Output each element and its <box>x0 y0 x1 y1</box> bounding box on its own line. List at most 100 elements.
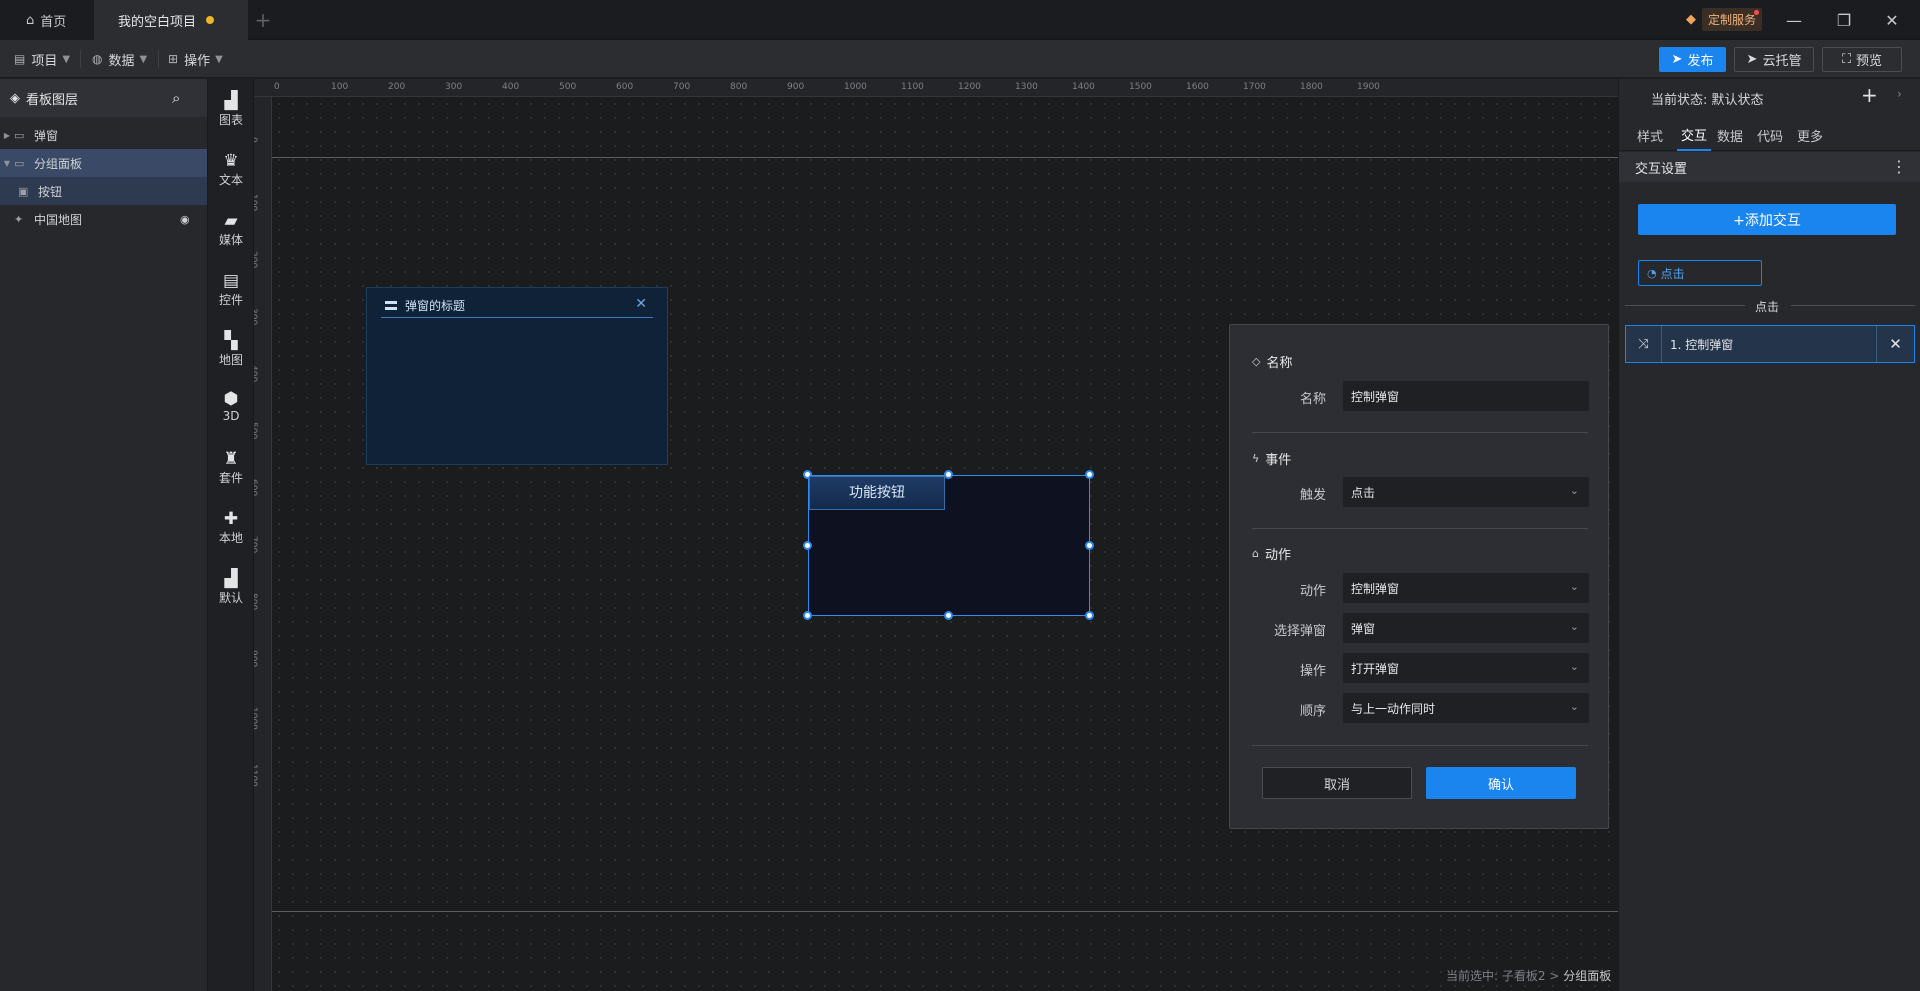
resize-handle[interactable] <box>1085 541 1094 550</box>
comp-label: 默认 <box>218 591 243 605</box>
layer-label: 按钮 <box>38 184 63 199</box>
status-current: 分组面板 <box>1563 969 1612 983</box>
resize-handle[interactable] <box>803 611 812 620</box>
add-interaction-button[interactable]: +添加交互 <box>1638 204 1896 235</box>
tab-more[interactable]: 更多 <box>1797 119 1823 151</box>
popup-widget[interactable]: 弹窗的标题 ✕ <box>366 287 668 465</box>
menu-project[interactable]: ▤ 项目 ▼ <box>14 40 70 78</box>
current-state: 当前状态: 默认状态 <box>1651 93 1764 108</box>
group-icon: ▭ <box>14 156 25 170</box>
tab-interaction[interactable]: 交互 <box>1677 119 1712 151</box>
caret-down-icon[interactable]: ▼ <box>0 159 14 168</box>
resize-handle[interactable] <box>1085 611 1094 620</box>
name-input[interactable]: 控制弹窗 <box>1343 381 1589 411</box>
database-icon: ◍ <box>92 52 103 66</box>
tab-home[interactable]: ⌂ 首页 <box>0 0 94 40</box>
tab-data[interactable]: 数据 <box>1717 119 1743 151</box>
comp-media[interactable]: ▰ 媒体 <box>208 211 254 248</box>
media-icon: ▰ <box>224 211 238 231</box>
custom-service[interactable]: ◆ 定制服务 <box>1686 8 1763 31</box>
comp-control[interactable]: ▤ 控件 <box>208 271 254 308</box>
home-icon: ⌂ <box>26 12 35 28</box>
trigger-select[interactable]: 点击 ⌄ <box>1343 477 1589 507</box>
section-label: 事件 <box>1265 453 1292 468</box>
comp-local[interactable]: ✚ 本地 <box>208 509 254 546</box>
order-select[interactable]: 与上一动作同时 ⌄ <box>1343 693 1589 723</box>
collapse-arrow-icon[interactable]: › <box>1897 87 1902 101</box>
comp-map[interactable]: ▚ 地图 <box>208 331 254 368</box>
action-icon: ⌂ <box>1252 547 1259 560</box>
preview-button[interactable]: ⛶ 预览 <box>1822 47 1902 72</box>
close-icon[interactable]: ✕ <box>1876 326 1914 362</box>
comp-label: 控件 <box>218 293 243 307</box>
search-icon[interactable]: ⌕ <box>172 89 180 107</box>
layer-item-group-panel[interactable]: ▼ ▭ 分组面板 <box>0 149 207 177</box>
ruler-tick-label: 400 <box>502 82 520 92</box>
operation-label: 操作 <box>1299 664 1326 679</box>
comp-text[interactable]: ♛ 文本 <box>208 151 254 188</box>
comp-3d[interactable]: ⬢ 3D <box>208 389 254 423</box>
order-label: 顺序 <box>1299 704 1326 719</box>
ruler-tick-label: 1900 <box>1357 82 1380 92</box>
resize-handle[interactable] <box>803 541 812 550</box>
action-item[interactable]: ⤨ 1. 控制弹窗 ✕ <box>1625 325 1915 363</box>
select-popup-select[interactable]: 弹窗 ⌄ <box>1343 613 1589 643</box>
resize-handle[interactable] <box>1085 470 1094 479</box>
caret-right-icon[interactable]: ▶ <box>0 131 14 140</box>
trigger-divider-label: 点击 <box>1755 300 1780 314</box>
interaction-settings-title: 交互设置 <box>1635 161 1688 177</box>
menu-data[interactable]: ◍ 数据 ▼ <box>92 40 147 78</box>
menu-icon <box>385 301 397 310</box>
tab-code[interactable]: 代码 <box>1757 119 1783 151</box>
layers-title: 看板图层 <box>26 92 79 108</box>
menu-project-label: 项目 <box>31 53 58 69</box>
comp-default[interactable]: ▟ 默认 <box>208 569 254 606</box>
add-state-button[interactable]: + <box>1861 83 1878 107</box>
ruler-tick-label: 0 <box>274 82 280 92</box>
ruler-tick-label: 400 <box>254 365 258 383</box>
diamond-outline-icon: ◇ <box>1252 355 1261 368</box>
menu-operation[interactable]: ⊞ 操作 ▼ <box>168 40 223 78</box>
minimize-button[interactable]: — <box>1766 0 1822 40</box>
property-panel: 当前状态: 默认状态 + › 样式 交互 数据 代码 更多 交互设置 ⋮ +添加… <box>1618 79 1920 991</box>
confirm-button[interactable]: 确认 <box>1426 767 1576 799</box>
ruler-tick-label: 800 <box>254 593 258 611</box>
title-bar: ⌂ 首页 我的空白项目 + ◆ 定制服务 — ❐ ✕ <box>0 0 1920 40</box>
layer-item-china-map[interactable]: ✦ 中国地图 ◉ <box>0 205 207 233</box>
resize-handle[interactable] <box>944 470 953 479</box>
preview-label: 预览 <box>1856 54 1883 69</box>
tab-project[interactable]: 我的空白项目 <box>94 0 248 40</box>
hidden-eye-icon[interactable]: ◉ <box>180 213 190 226</box>
status-prefix: 当前选中: 子看板2 > <box>1446 969 1564 983</box>
layers-header: ◈ 看板图层 ⌕ <box>0 79 207 117</box>
action-select[interactable]: 控制弹窗 ⌄ <box>1343 573 1589 603</box>
layer-item-button[interactable]: ▣ 按钮 <box>0 177 207 205</box>
comp-label: 套件 <box>218 471 243 485</box>
function-button-widget[interactable]: 功能按钮 <box>809 476 945 510</box>
more-vertical-icon[interactable]: ⋮ <box>1891 157 1907 176</box>
trigger-tag-click[interactable]: ◔ 点击 <box>1638 260 1762 286</box>
ruler-tick-label: 1200 <box>958 82 981 92</box>
name-section-title: ◇ 名称 <box>1252 352 1292 371</box>
layers-panel: ◈ 看板图层 ⌕ ▶ ▭ 弹窗 ▼ ▭ 分组面板 ▣ 按钮 ✦ 中国地图 ◉ <box>0 79 208 991</box>
custom-service-button[interactable]: 定制服务 <box>1702 8 1763 31</box>
ruler-tick-label: 1100 <box>254 764 258 787</box>
cancel-button[interactable]: 取消 <box>1262 767 1412 799</box>
tab-style[interactable]: 样式 <box>1637 119 1663 151</box>
comp-label: 本地 <box>218 531 243 545</box>
trigger-label: 触发 <box>1299 488 1326 503</box>
close-icon[interactable]: ✕ <box>635 296 647 312</box>
comp-chart[interactable]: ▟ 图表 <box>208 91 254 128</box>
cloud-hosting-button[interactable]: ➤ 云托管 <box>1734 47 1814 72</box>
ruler-tick-label: 0 <box>254 137 258 143</box>
trigger-tag-label: 点击 <box>1660 266 1685 281</box>
resize-handle[interactable] <box>944 611 953 620</box>
bar-chart-icon: ▟ <box>224 569 238 589</box>
close-window-button[interactable]: ✕ <box>1864 0 1920 40</box>
new-tab-button[interactable]: + <box>248 0 278 40</box>
comp-kit[interactable]: ♜ 套件 <box>208 449 254 486</box>
chevron-down-icon: ▼ <box>62 53 71 65</box>
operation-select[interactable]: 打开弹窗 ⌄ <box>1343 653 1589 683</box>
publish-button[interactable]: ➤ 发布 <box>1659 47 1726 72</box>
layer-item-popup[interactable]: ▶ ▭ 弹窗 <box>0 121 207 149</box>
